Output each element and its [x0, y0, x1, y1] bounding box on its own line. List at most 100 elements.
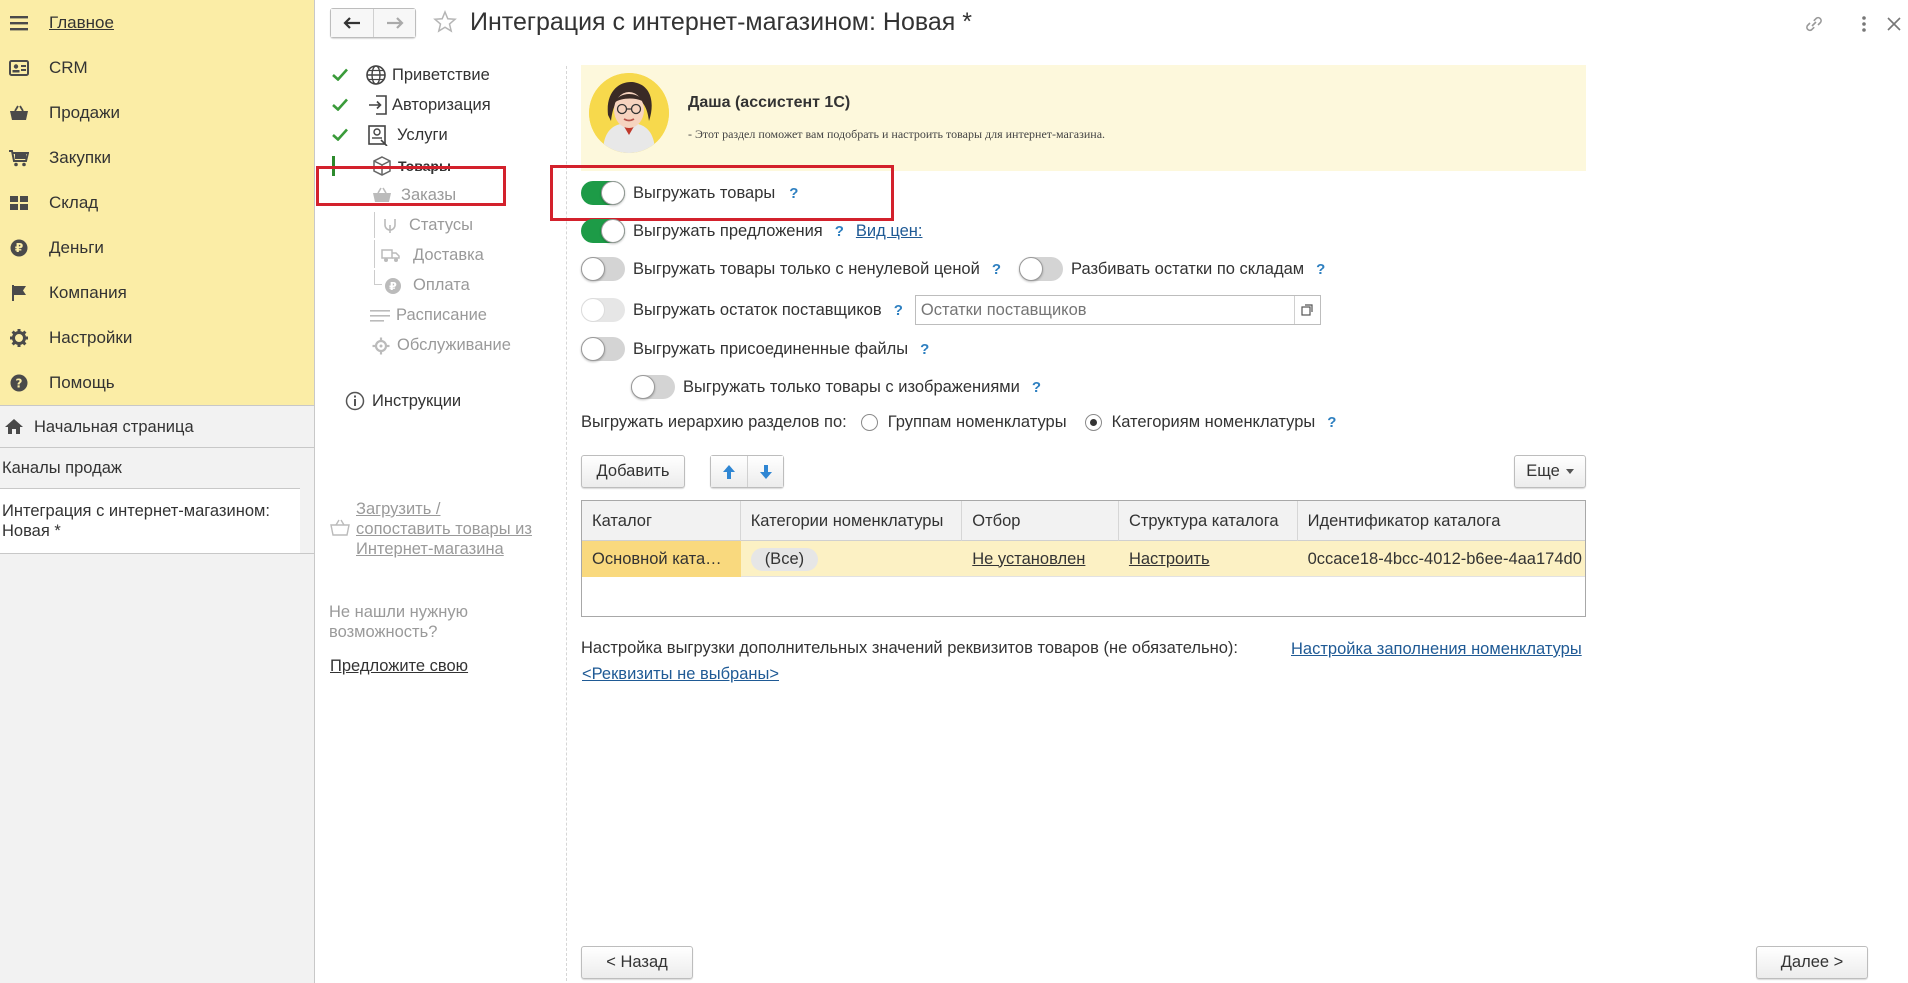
help-icon[interactable]: ?	[992, 261, 1001, 278]
globe-icon	[365, 64, 387, 86]
download-icon	[330, 518, 350, 541]
assistant-text: - Этот раздел поможет вам подобрать и на…	[688, 127, 1106, 141]
filter-cell[interactable]: Не установлен	[962, 541, 1119, 577]
step-label: Услуги	[397, 126, 448, 144]
column-header[interactable]: Каталог	[582, 501, 741, 541]
step-welcome[interactable]: Приветствие	[315, 60, 565, 90]
more-vertical-icon[interactable]	[1852, 12, 1876, 36]
list-icon	[369, 305, 391, 327]
toggle-knob	[581, 337, 605, 361]
hierarchy-row: Выгружать иерархию разделов по: Группам …	[581, 413, 1336, 432]
step-schedule[interactable]: Расписание	[315, 300, 565, 330]
help-icon[interactable]: ?	[1032, 379, 1041, 396]
left-panel: Главное CRM Продажи Закупки Склад ₽ День…	[0, 0, 315, 983]
open-window-current[interactable]: Интеграция с интернет-магазином: Новая *	[0, 488, 300, 553]
nav-item-purchases[interactable]: Закупки	[0, 135, 314, 180]
assistant-avatar	[589, 73, 669, 153]
nav-item-settings[interactable]: Настройки	[0, 315, 314, 360]
nav-item-money[interactable]: ₽ Деньги	[0, 225, 314, 270]
next-button[interactable]: Далее >	[1756, 946, 1868, 979]
radio-groups[interactable]	[860, 414, 878, 431]
nonzero-price-toggle[interactable]	[581, 257, 625, 281]
back-nav-button[interactable]	[331, 9, 373, 37]
nav-item-main[interactable]: Главное	[0, 0, 314, 45]
step-services[interactable]: Услуги	[315, 120, 565, 150]
step-label: Расписание	[396, 306, 487, 324]
suggest-link[interactable]: Предложите свою	[330, 657, 468, 676]
nav-label: Главное	[49, 12, 114, 32]
highlight-export-goods	[550, 165, 894, 221]
info-icon	[344, 390, 366, 412]
more-button[interactable]: Еще	[1514, 455, 1586, 488]
add-button[interactable]: Добавить	[581, 455, 685, 488]
column-header[interactable]: Отбор	[962, 501, 1119, 541]
step-statuses[interactable]: Статусы	[315, 210, 565, 240]
structure-link[interactable]: Настроить	[1129, 550, 1210, 569]
radio-categories[interactable]	[1084, 414, 1102, 431]
split-stock-toggle[interactable]	[1019, 257, 1064, 281]
supplier-stock-toggle[interactable]	[581, 298, 625, 322]
catalog-id-cell[interactable]: 0ccace18-4bcc-4012-b6ee-4aa174d0	[1298, 541, 1585, 577]
assistant-card: Даша (ассистент 1С) - Этот раздел поможе…	[581, 65, 1586, 171]
history-buttons	[330, 8, 416, 38]
column-header[interactable]: Структура каталога	[1119, 501, 1298, 541]
hierarchy-groups-label[interactable]: Группам номенклатуры	[888, 413, 1067, 432]
radio-dot	[1089, 419, 1097, 426]
hierarchy-categories-label[interactable]: Категориям номенклатуры	[1112, 413, 1316, 432]
step-delivery[interactable]: Доставка	[315, 240, 565, 270]
catalog-cell[interactable]: Основной ката…	[582, 541, 741, 577]
nav-item-sales[interactable]: Продажи	[0, 90, 314, 135]
flag-icon	[8, 282, 30, 304]
column-header[interactable]: Категории номенклатуры	[741, 501, 963, 541]
attached-files-toggle[interactable]	[581, 337, 625, 361]
structure-cell[interactable]: Настроить	[1119, 541, 1298, 577]
nav-item-help[interactable]: ? Помощь	[0, 360, 314, 405]
svg-text:₽: ₽	[389, 280, 397, 293]
open-window-label: Интеграция с интернет-магазином: Новая *	[2, 502, 270, 540]
star-icon[interactable]	[433, 10, 457, 39]
back-button[interactable]: < Назад	[581, 946, 693, 979]
help-icon[interactable]: ?	[894, 302, 903, 319]
help-icon[interactable]: ?	[1327, 414, 1336, 431]
fill-settings-link[interactable]: Настройка заполнения номенклатуры	[1291, 640, 1582, 659]
supplier-stock-label: Выгружать остаток поставщиков	[633, 300, 882, 319]
only-images-toggle[interactable]	[631, 375, 675, 399]
link-icon[interactable]	[1802, 12, 1826, 36]
step-payment[interactable]: ₽ Оплата	[315, 270, 565, 300]
attrs-not-selected-link[interactable]: <Реквизиты не выбраны>	[582, 665, 779, 684]
check-icon	[332, 128, 348, 141]
cart-icon	[8, 147, 30, 169]
step-label: Приветствие	[392, 66, 490, 84]
move-down-button[interactable]	[747, 456, 783, 487]
menu-icon	[8, 12, 30, 34]
forward-nav-button[interactable]	[373, 9, 415, 37]
open-window-home[interactable]: Начальная страница	[0, 405, 314, 447]
export-offers-toggle[interactable]	[581, 219, 625, 243]
step-label: Статусы	[409, 216, 474, 234]
table-row[interactable]: Основной ката… (Все) Не установлен Настр…	[582, 541, 1585, 577]
help-icon[interactable]: ?	[1316, 261, 1325, 278]
column-header[interactable]: Идентификатор каталога	[1298, 501, 1585, 541]
nav-item-warehouse[interactable]: Склад	[0, 180, 314, 225]
move-up-button[interactable]	[711, 456, 747, 487]
nav-item-crm[interactable]: CRM	[0, 45, 314, 90]
nonzero-price-row: Выгружать товары только с ненулевой цено…	[581, 257, 1325, 281]
open-form-icon[interactable]	[1293, 296, 1320, 324]
load-goods-link[interactable]: Загрузить / сопоставить товары из Интерн…	[356, 499, 536, 559]
open-window-channels[interactable]: Каналы продаж	[0, 447, 314, 488]
supplier-stock-input[interactable]	[915, 296, 1294, 324]
close-icon[interactable]	[1882, 12, 1906, 36]
categories-cell[interactable]: (Все)	[741, 541, 963, 577]
not-found-text: Не нашли нужную возможность?	[329, 603, 468, 641]
filter-link[interactable]: Не установлен	[972, 550, 1085, 569]
nav-label: Закупки	[49, 147, 111, 167]
price-type-link[interactable]: Вид цен:	[856, 222, 923, 241]
help-icon[interactable]: ?	[920, 341, 929, 358]
move-buttons	[710, 455, 784, 488]
nav-item-company[interactable]: Компания	[0, 270, 314, 315]
open-windows-list: Начальная страница Каналы продаж Интегра…	[0, 405, 314, 554]
step-auth[interactable]: Авторизация	[315, 90, 565, 120]
help-icon[interactable]: ?	[835, 223, 844, 240]
instructions-item[interactable]: Инструкции	[315, 386, 565, 416]
step-maintenance[interactable]: Обслуживание	[315, 330, 565, 360]
